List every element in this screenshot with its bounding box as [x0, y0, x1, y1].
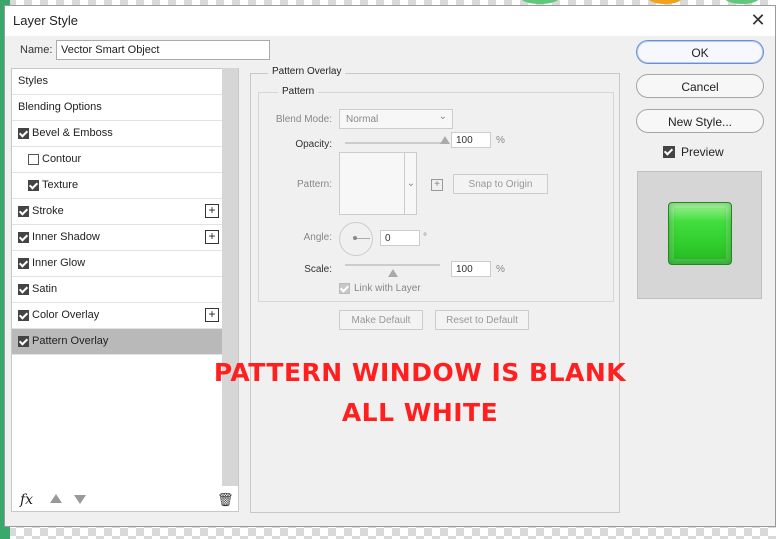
angle-input[interactable]: 0	[380, 230, 420, 246]
style-item-inner-shadow[interactable]: Inner Shadow +	[12, 225, 222, 251]
style-checkbox[interactable]	[18, 206, 29, 217]
add-plus-icon[interactable]: +	[205, 230, 219, 244]
style-item-styles[interactable]: Styles	[12, 69, 222, 95]
style-item-label: Blending Options	[18, 101, 102, 113]
angle-label: Angle:	[303, 232, 332, 243]
style-checkbox[interactable]	[18, 284, 29, 295]
style-item-label: Bevel & Emboss	[32, 127, 113, 139]
pattern-label: Pattern:	[296, 179, 332, 190]
style-item-stroke[interactable]: Stroke +	[12, 199, 222, 225]
link-with-layer-checkbox[interactable]	[339, 283, 350, 294]
annotation-line-2: ALL WHITE	[341, 398, 499, 427]
style-item-bevel-emboss[interactable]: Bevel & Emboss	[12, 121, 222, 147]
opacity-slider[interactable]	[345, 142, 445, 144]
style-item-label: Pattern Overlay	[32, 335, 109, 347]
opacity-input[interactable]: 100	[451, 132, 491, 148]
scale-label: Scale:	[304, 264, 332, 275]
style-checkbox[interactable]	[18, 232, 29, 243]
link-with-layer-label: Link with Layer	[354, 283, 421, 294]
blend-mode-select[interactable]: Normal	[339, 107, 453, 129]
style-item-label: Contour	[42, 153, 82, 165]
add-plus-icon[interactable]: +	[205, 308, 219, 322]
reset-to-default-button[interactable]: Reset to Default	[435, 310, 529, 330]
style-item-label: Stroke	[32, 205, 64, 217]
opacity-unit: %	[496, 135, 505, 146]
preview-label: Preview	[681, 145, 724, 159]
dialog-title: Layer Style	[13, 13, 79, 28]
fx-button[interactable]: fx	[20, 492, 33, 508]
move-up-icon[interactable]	[50, 494, 62, 503]
scale-unit: %	[496, 264, 505, 275]
style-item-texture[interactable]: Texture	[12, 173, 222, 199]
trash-icon[interactable]: 🗑	[217, 492, 234, 507]
style-item-contour[interactable]: Contour	[12, 147, 222, 173]
scale-input[interactable]: 100	[451, 261, 491, 277]
style-item-pattern-overlay[interactable]: Pattern Overlay	[12, 329, 222, 355]
style-checkbox[interactable]	[18, 310, 29, 321]
move-down-icon[interactable]	[74, 495, 86, 504]
cancel-button[interactable]: Cancel	[636, 74, 764, 98]
style-item-label: Color Overlay	[32, 309, 100, 321]
name-input[interactable]: Vector Smart Object	[56, 40, 270, 60]
make-default-button[interactable]: Make Default	[339, 310, 423, 330]
style-item-label: Styles	[18, 75, 48, 87]
style-item-blending-options[interactable]: Blending Options	[12, 95, 222, 121]
new-style-button[interactable]: New Style...	[636, 109, 764, 133]
preview-swatch	[668, 202, 732, 265]
style-item-satin[interactable]: Satin	[12, 277, 222, 303]
preview-checkbox[interactable]	[663, 146, 675, 158]
add-plus-icon[interactable]: +	[205, 204, 219, 218]
blend-mode-label: Blend Mode:	[275, 114, 332, 125]
style-item-label: Satin	[32, 283, 58, 295]
style-item-label: Texture	[42, 179, 79, 191]
close-icon[interactable]: ✕	[747, 9, 769, 31]
ok-button[interactable]: OK	[636, 40, 764, 64]
title-bar: Layer Style ✕	[5, 6, 775, 36]
style-checkbox[interactable]	[28, 180, 39, 191]
scale-slider[interactable]	[345, 264, 440, 266]
opacity-label: Opacity:	[295, 139, 332, 150]
pattern-overlay-title: Pattern Overlay	[268, 66, 346, 77]
snap-to-origin-button[interactable]: Snap to Origin	[453, 174, 548, 194]
style-item-color-overlay[interactable]: Color Overlay +	[12, 303, 222, 329]
style-item-label: Inner Shadow	[32, 231, 100, 243]
style-checkbox[interactable]	[18, 128, 29, 139]
angle-dial-needle	[356, 238, 370, 239]
new-preset-plus-icon[interactable]: +	[431, 179, 443, 191]
style-item-inner-glow[interactable]: Inner Glow	[12, 251, 222, 277]
style-checkbox[interactable]	[18, 258, 29, 269]
angle-unit: °	[423, 232, 427, 243]
scale-slider-thumb[interactable]	[387, 269, 398, 277]
name-label: Name:	[20, 44, 53, 56]
angle-dial-center	[353, 236, 357, 240]
opacity-slider-thumb[interactable]	[440, 136, 450, 144]
style-checkbox[interactable]	[28, 154, 39, 165]
style-checkbox[interactable]	[18, 336, 29, 347]
annotation-line-1: PATTERN WINDOW IS BLANK	[213, 358, 627, 387]
style-item-label: Inner Glow	[32, 257, 86, 269]
pattern-subgroup-title: Pattern	[278, 86, 319, 97]
pattern-picker-chevron-icon[interactable]: ⌄	[404, 152, 417, 215]
